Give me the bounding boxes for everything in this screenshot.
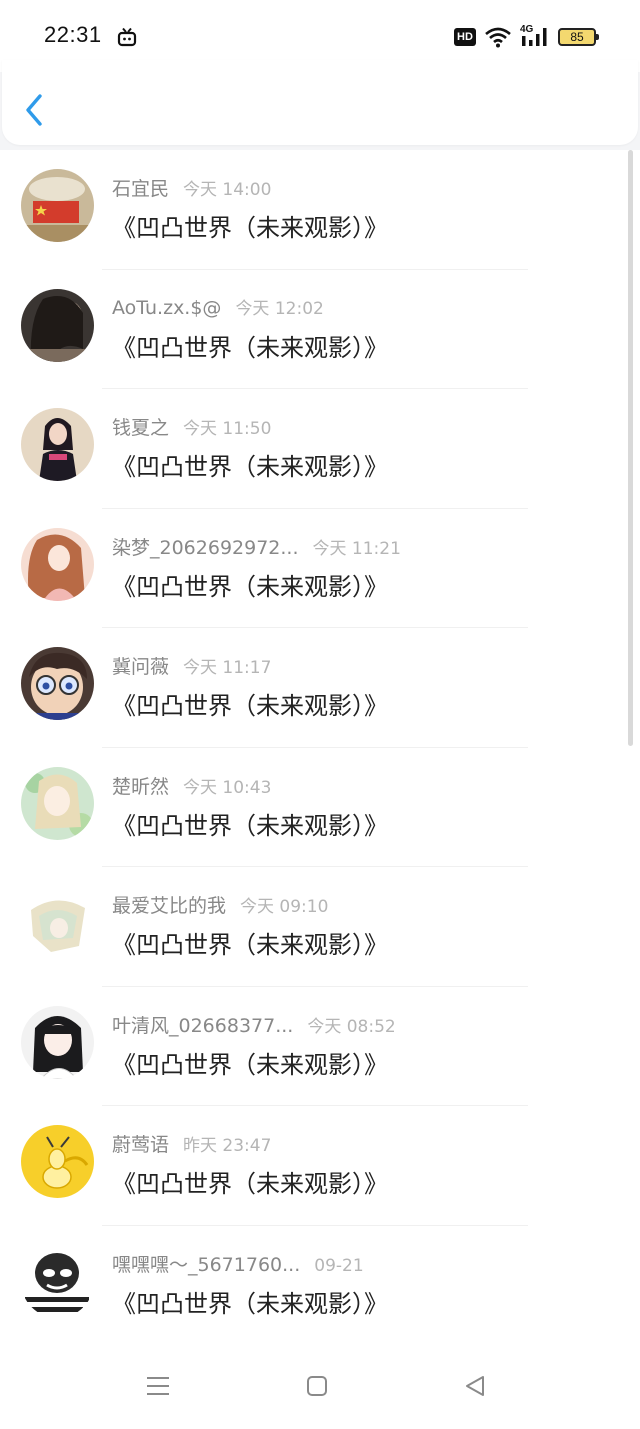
battery-icon: 85	[558, 28, 599, 46]
avatar[interactable]	[21, 408, 94, 481]
avatar[interactable]	[21, 647, 94, 720]
battery-level: 85	[570, 30, 584, 44]
avatar[interactable]	[21, 766, 94, 840]
avatar[interactable]	[21, 527, 94, 601]
post-time: 今天 12:02	[235, 298, 324, 319]
item-title: 《凹凸世界（未来观影）》	[112, 931, 388, 959]
user-name: 叶清风_02668377...	[112, 1014, 294, 1037]
avatar[interactable]	[21, 1005, 94, 1079]
list-item[interactable]: AoTu.zx.$@ 今天 12:02 《凹凸世界（未来观影）》	[0, 270, 640, 389]
user-name: AoTu.zx.$@	[112, 296, 222, 319]
list-item[interactable]: 最爱艾比的我 今天 09:10 《凹凸世界（未来观影）》	[0, 867, 640, 987]
scrollbar[interactable]	[628, 150, 633, 746]
list-item[interactable]: 嘿嘿嘿～_5671760... 09-21 《凹凸世界（未来观影）》	[0, 1226, 640, 1346]
list-item[interactable]: 染梦_2062692972... 今天 11:21 《凹凸世界（未来观影）》	[0, 509, 640, 628]
list-item[interactable]: 叶清风_02668377... 今天 08:52 《凹凸世界（未来观影）》	[0, 987, 640, 1106]
item-title: 《凹凸世界（未来观影）》	[112, 572, 388, 601]
user-name: 石宜民	[112, 178, 170, 200]
menu-icon[interactable]	[146, 1376, 170, 1396]
post-time: 今天 08:52	[307, 1016, 396, 1037]
post-time: 今天 11:50	[183, 419, 272, 439]
item-title: 《凹凸世界（未来观影）》	[112, 214, 388, 242]
list-item[interactable]: 蔚莺语 昨天 23:47 《凹凸世界（未来观影）》	[0, 1106, 640, 1226]
item-title: 《凹凸世界（未来观影）》	[112, 1050, 388, 1079]
avatar[interactable]	[21, 1125, 94, 1198]
item-title: 《凹凸世界（未来观影）》	[112, 811, 388, 840]
header-bar	[2, 60, 638, 145]
wifi-icon	[485, 27, 511, 48]
item-title: 《凹凸世界（未来观影）》	[112, 1289, 388, 1318]
post-time: 昨天 23:47	[183, 1136, 272, 1156]
avatar[interactable]	[21, 169, 94, 242]
user-name: 最爱艾比的我	[112, 895, 227, 917]
avatar[interactable]	[21, 288, 94, 362]
post-time: 今天 10:43	[183, 777, 272, 798]
item-title: 《凹凸世界（未来观影）》	[112, 692, 388, 720]
message-list[interactable]: 石宜民 今天 14:00 《凹凸世界（未来观影）》 AoTu.zx.$@ 今天 12…	[0, 150, 640, 1340]
user-name: 冀问薇	[112, 656, 170, 678]
signal-icon: 4G	[520, 24, 550, 48]
back-triangle-icon[interactable]	[464, 1375, 486, 1397]
list-item[interactable]: 楚昕然 今天 10:43 《凹凸世界（未来观影）》	[0, 748, 640, 867]
tv-icon	[117, 27, 137, 47]
list-item[interactable]: 冀问薇 今天 11:17 《凹凸世界（未来观影）》	[0, 628, 640, 748]
user-name: 钱夏之	[112, 417, 170, 439]
post-time: 今天 09:10	[240, 897, 329, 917]
list-item[interactable]: 钱夏之 今天 11:50 《凹凸世界（未来观影）》	[0, 389, 640, 509]
item-title: 《凹凸世界（未来观影）》	[112, 1170, 388, 1198]
post-time: 今天 11:17	[183, 658, 272, 678]
list-item[interactable]: 石宜民 今天 14:00 《凹凸世界（未来观影）》	[0, 150, 640, 270]
user-name: 嘿嘿嘿～_5671760...	[112, 1253, 301, 1276]
status-time: 22:31	[44, 22, 102, 47]
chevron-left-icon[interactable]	[20, 90, 52, 130]
user-name: 楚昕然	[112, 775, 170, 798]
user-name: 染梦_2062692972...	[112, 536, 299, 559]
post-time: 今天 14:00	[183, 180, 272, 200]
home-icon[interactable]	[306, 1375, 328, 1397]
item-title: 《凹凸世界（未来观影）》	[112, 453, 388, 481]
user-name: 蔚莺语	[112, 1134, 170, 1156]
avatar[interactable]	[21, 886, 94, 959]
hd-icon: HD	[454, 28, 476, 46]
post-time: 今天 11:21	[312, 538, 401, 559]
item-title: 《凹凸世界（未来观影）》	[112, 333, 388, 362]
avatar[interactable]	[21, 1244, 94, 1318]
post-time: 09-21	[314, 1255, 364, 1276]
system-nav-bar	[0, 1340, 640, 1429]
